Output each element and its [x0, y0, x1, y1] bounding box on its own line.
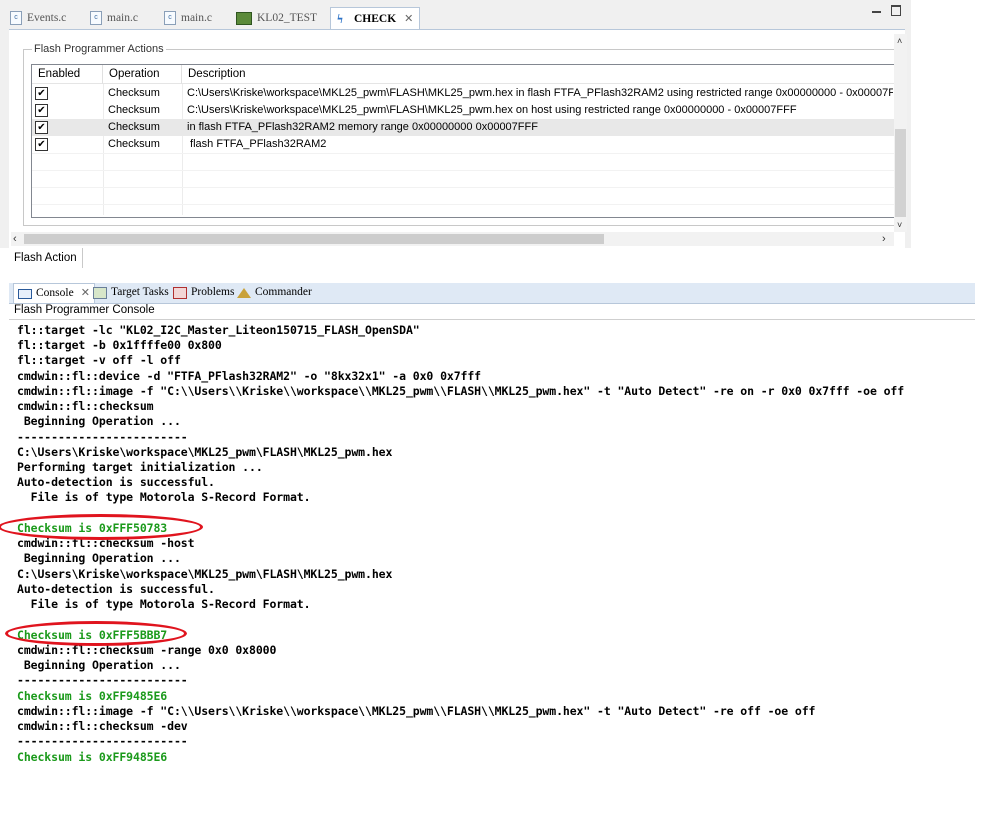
console-line: File is of type Motorola S-Record Format… [17, 597, 311, 611]
operation-cell: Checksum [108, 121, 160, 133]
console-line: Beginning Operation ... [17, 551, 181, 565]
tab-events-c[interactable]: c Events.c [10, 8, 66, 28]
scroll-down-icon[interactable]: ˅ [897, 220, 902, 230]
tab-commander[interactable]: Commander [237, 283, 312, 302]
console-line: Auto-detection is successful. [17, 475, 215, 489]
c-file-icon: c [10, 11, 22, 25]
table-row[interactable]: ✔ Checksum C:\Users\Kriske\workspace\MKL… [32, 102, 896, 119]
description-cell: flash FTFA_PFlash32RAM2 [187, 138, 327, 150]
console-line: ------------------------- [17, 430, 188, 444]
description-cell: C:\Users\Kriske\workspace\MKL25_pwm\FLAS… [187, 87, 893, 99]
enabled-checkbox[interactable]: ✔ [35, 104, 48, 117]
console-line: cmdwin::fl::checksum -dev [17, 719, 188, 733]
tab-check[interactable]: ϟ CHECK ✕ [330, 7, 421, 29]
minimize-icon[interactable] [872, 11, 881, 13]
close-icon[interactable]: ✕ [404, 9, 413, 29]
close-icon[interactable]: ✕ [81, 284, 90, 303]
tab-label: main.c [107, 12, 138, 24]
console-line: C:\Users\Kriske\workspace\MKL25_pwm\FLAS… [17, 445, 393, 459]
console-line: fl::target -lc "KL02_I2C_Master_Liteon15… [17, 323, 420, 337]
console-line: C:\Users\Kriske\workspace\MKL25_pwm\FLAS… [17, 567, 393, 581]
commander-icon [237, 287, 251, 298]
tab-main-c-2[interactable]: c main.c [164, 8, 212, 28]
scroll-left-icon[interactable]: ‹ [13, 234, 17, 245]
description-cell: in flash FTFA_PFlash32RAM2 memory range … [187, 121, 538, 133]
console-icon [18, 288, 32, 299]
c-file-icon: c [164, 11, 176, 25]
operation-cell: Checksum [108, 138, 160, 150]
highlight-ellipse [0, 514, 203, 540]
checksum-result-line: Checksum is 0xFF9485E6 [17, 689, 168, 703]
checksum-result-line: Checksum is 0xFF9485E6 [17, 750, 168, 764]
tab-label: KL02_TEST [257, 12, 318, 24]
tab-label: Commander [255, 286, 312, 298]
group-title: Flash Programmer Actions [32, 43, 166, 55]
c-file-icon: c [90, 11, 102, 25]
maximize-icon[interactable] [891, 5, 901, 16]
table-row-selected[interactable]: ✔ Checksum in flash FTFA_PFlash32RAM2 me… [32, 119, 896, 136]
console-line: cmdwin::fl::image -f "C:\\Users\\Kriske\… [17, 384, 905, 398]
vertical-scroll-thumb[interactable] [895, 129, 906, 217]
console-line: File is of type Motorola S-Record Format… [17, 490, 311, 504]
tab-label: Console [36, 287, 74, 299]
tab-label: Events.c [27, 12, 67, 24]
tab-target-tasks[interactable]: Target Tasks [93, 283, 169, 302]
console-line: fl::target -b 0x1ffffe00 0x800 [17, 338, 222, 352]
console-line: Beginning Operation ... [17, 414, 181, 428]
table-row[interactable]: ✔ Checksum flash FTFA_PFlash32RAM2 [32, 136, 896, 153]
console-line: cmdwin::fl::image -f "C:\\Users\\Kriske\… [17, 704, 816, 718]
flash-config-icon: ϟ [337, 11, 343, 26]
console-title: Flash Programmer Console [14, 304, 155, 316]
table-row[interactable]: ✔ Checksum C:\Users\Kriske\workspace\MKL… [32, 85, 896, 102]
editor-tab-bar: c Events.c c main.c c main.c KL02_TEST ϟ… [0, 5, 911, 29]
scroll-right-icon[interactable]: › [882, 234, 886, 245]
tab-flash-action[interactable]: Flash Action [9, 248, 83, 268]
tab-label: CHECK [354, 12, 397, 25]
target-tasks-icon [93, 286, 107, 299]
enabled-checkbox[interactable]: ✔ [35, 121, 48, 134]
operation-cell: Checksum [108, 87, 160, 99]
problems-icon [173, 286, 187, 299]
horizontal-scroll-thumb[interactable] [24, 234, 604, 244]
scroll-up-icon[interactable]: ˄ [897, 36, 902, 46]
console-line: cmdwin::fl::checksum [17, 399, 154, 413]
console-line: Beginning Operation ... [17, 658, 181, 672]
console-line: Performing target initialization ... [17, 460, 263, 474]
column-header-description[interactable]: Description [182, 65, 896, 84]
tab-kl02-test[interactable]: KL02_TEST [236, 8, 317, 28]
operation-cell: Checksum [108, 104, 160, 116]
console-line: fl::target -v off -l off [17, 353, 181, 367]
console-line: ------------------------- [17, 673, 188, 687]
enabled-checkbox[interactable]: ✔ [35, 87, 48, 100]
project-icon [236, 11, 252, 25]
description-cell: C:\Users\Kriske\workspace\MKL25_pwm\FLAS… [187, 104, 797, 116]
column-header-operation[interactable]: Operation [103, 65, 182, 84]
column-header-enabled[interactable]: Enabled [32, 65, 103, 84]
console-line: Auto-detection is successful. [17, 582, 215, 596]
tab-main-c[interactable]: c main.c [90, 8, 138, 28]
tab-label: main.c [181, 12, 212, 24]
tab-label: Problems [191, 286, 235, 298]
console-line: cmdwin::fl::checksum -range 0x0 0x8000 [17, 643, 277, 657]
tab-console[interactable]: Console ✕ [13, 283, 95, 303]
console-line: ------------------------- [17, 734, 188, 748]
flash-actions-table: Enabled Operation Description ✔ Checksum… [31, 64, 897, 218]
highlight-ellipse [5, 621, 187, 646]
tab-label: Target Tasks [111, 286, 169, 298]
console-line: cmdwin::fl::device -d "FTFA_PFlash32RAM2… [17, 369, 482, 383]
enabled-checkbox[interactable]: ✔ [35, 138, 48, 151]
tab-problems[interactable]: Problems [173, 283, 234, 302]
view-tab-bar: Console ✕ Target Tasks Problems Commande… [9, 283, 975, 304]
